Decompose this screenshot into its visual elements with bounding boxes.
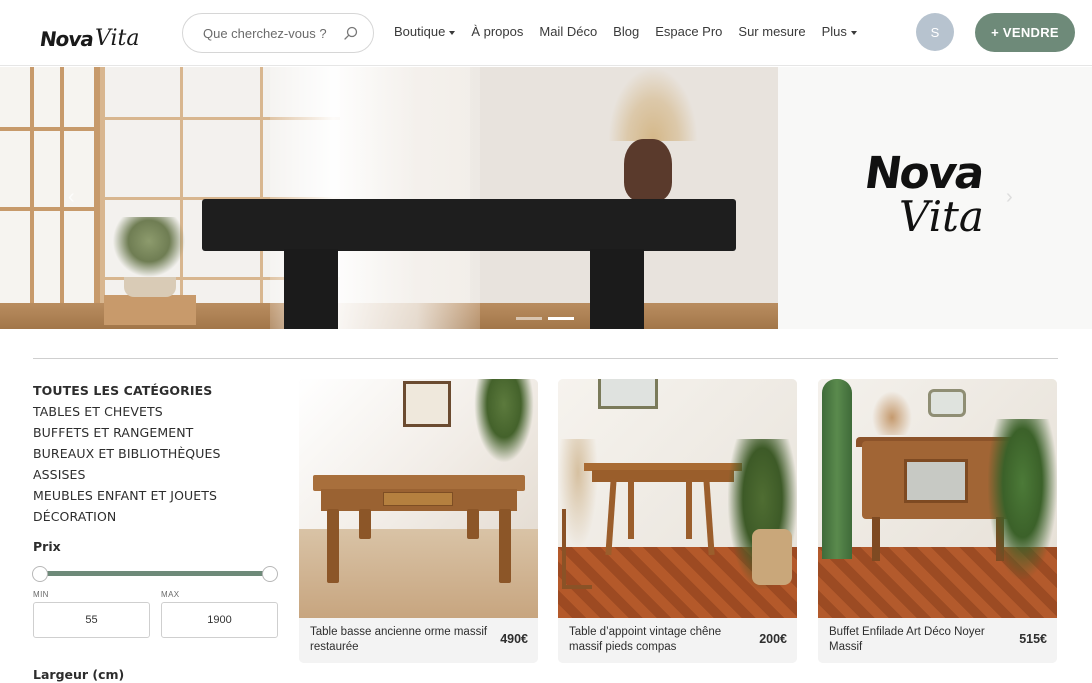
max-price-input[interactable] <box>161 602 278 638</box>
category-bureaux[interactable]: BUREAUX ET BIBLIOTHÈQUES <box>33 443 283 464</box>
carousel-dot[interactable] <box>516 317 542 320</box>
hero-carousel: Nova Vita ‹ › <box>0 67 1092 329</box>
logo-text-nova: Nova <box>38 27 95 51</box>
nav-item-a-propos[interactable]: À propos <box>471 24 523 39</box>
bench-leg <box>284 249 338 329</box>
category-list: TOUTES LES CATÉGORIES TABLES ET CHEVETS … <box>33 380 283 527</box>
bonsai-tree <box>112 217 186 277</box>
category-buffets[interactable]: BUFFETS ET RANGEMENT <box>33 422 283 443</box>
product-price: 200€ <box>759 632 787 646</box>
hero-photo <box>0 67 778 329</box>
product-info: Table d’appoint vintage chêne massif pie… <box>558 618 797 663</box>
hero-logo-vita: Vita <box>899 192 984 241</box>
min-price-input[interactable] <box>33 602 150 638</box>
bonsai-pot <box>124 277 176 297</box>
category-assises[interactable]: ASSISES <box>33 464 283 485</box>
main-nav: Boutique À propos Mail Déco Blog Espace … <box>394 24 857 39</box>
carousel-dot-active[interactable] <box>548 317 574 320</box>
min-label: MIN <box>33 590 49 599</box>
brand-logo[interactable]: Nova Vita <box>38 15 140 51</box>
product-title[interactable]: Table d’appoint vintage chêne massif pie… <box>569 625 749 655</box>
avatar-initial: S <box>930 24 940 40</box>
nav-item-boutique[interactable]: Boutique <box>394 24 456 39</box>
product-card[interactable]: Buffet Enfilade Art Déco Noyer Massif 51… <box>818 379 1057 663</box>
caret-down-icon <box>850 30 857 35</box>
price-slider-min-handle[interactable] <box>32 566 48 582</box>
category-all[interactable]: TOUTES LES CATÉGORIES <box>33 380 283 401</box>
chevron-right-icon[interactable]: › <box>1006 187 1022 207</box>
product-card[interactable]: Table basse ancienne orme massif restaur… <box>299 379 538 663</box>
nav-item-sur-mesure[interactable]: Sur mesure <box>738 24 805 39</box>
nav-label: Plus <box>821 24 847 39</box>
nav-label: Sur mesure <box>738 24 806 39</box>
product-image[interactable] <box>818 379 1057 618</box>
max-label: MAX <box>161 590 180 599</box>
chevron-left-icon[interactable]: ‹ <box>68 187 84 207</box>
vase <box>624 139 672 201</box>
price-slider-track <box>40 571 270 576</box>
nav-label: Boutique <box>394 24 446 39</box>
nav-item-plus[interactable]: Plus <box>822 24 857 39</box>
product-image[interactable] <box>558 379 797 618</box>
bench-leg <box>590 249 644 329</box>
nav-label: À propos <box>471 24 524 39</box>
product-price: 515€ <box>1019 632 1047 646</box>
bonsai-stand <box>104 295 196 325</box>
bench-top <box>202 199 736 251</box>
price-filter-title: Prix <box>33 539 61 554</box>
product-price: 490€ <box>500 632 528 646</box>
category-decoration[interactable]: DÉCORATION <box>33 506 283 527</box>
product-info: Table basse ancienne orme massif restaur… <box>299 618 538 663</box>
product-info: Buffet Enfilade Art Déco Noyer Massif 51… <box>818 618 1057 663</box>
hero-logo: Nova Vita <box>861 148 1005 248</box>
category-tables[interactable]: TABLES ET CHEVETS <box>33 401 283 422</box>
nav-item-mail-deco[interactable]: Mail Déco <box>539 24 597 39</box>
logo-text-vita: Vita <box>95 26 140 51</box>
nav-item-espace-pro[interactable]: Espace Pro <box>655 24 722 39</box>
window <box>0 67 100 307</box>
nav-item-blog[interactable]: Blog <box>613 24 639 39</box>
nav-label: Blog <box>613 24 640 39</box>
price-slider[interactable] <box>32 566 278 582</box>
dried-grass <box>608 67 698 141</box>
product-card[interactable]: Table d’appoint vintage chêne massif pie… <box>558 379 797 663</box>
search-bar[interactable] <box>182 13 374 53</box>
nav-label: Mail Déco <box>539 24 598 39</box>
user-avatar[interactable]: S <box>916 13 954 51</box>
search-input[interactable] <box>203 25 333 41</box>
product-title[interactable]: Table basse ancienne orme massif restaur… <box>310 625 490 655</box>
sell-button[interactable]: + VENDRE <box>975 13 1075 52</box>
nav-label: Espace Pro <box>655 24 723 39</box>
site-header: Nova Vita Boutique À propos Mail Déco Bl… <box>0 0 1092 66</box>
product-title[interactable]: Buffet Enfilade Art Déco Noyer Massif <box>829 625 1009 655</box>
search-icon[interactable] <box>343 25 359 41</box>
divider <box>33 358 1058 359</box>
hero-brand-panel: Nova Vita <box>778 67 1092 329</box>
caret-down-icon <box>449 30 456 35</box>
carousel-indicators <box>516 317 574 320</box>
price-slider-max-handle[interactable] <box>262 566 278 582</box>
width-filter-title: Largeur (cm) <box>33 667 125 682</box>
product-image[interactable] <box>299 379 538 618</box>
category-enfant[interactable]: MEUBLES ENFANT ET JOUETS <box>33 485 283 506</box>
